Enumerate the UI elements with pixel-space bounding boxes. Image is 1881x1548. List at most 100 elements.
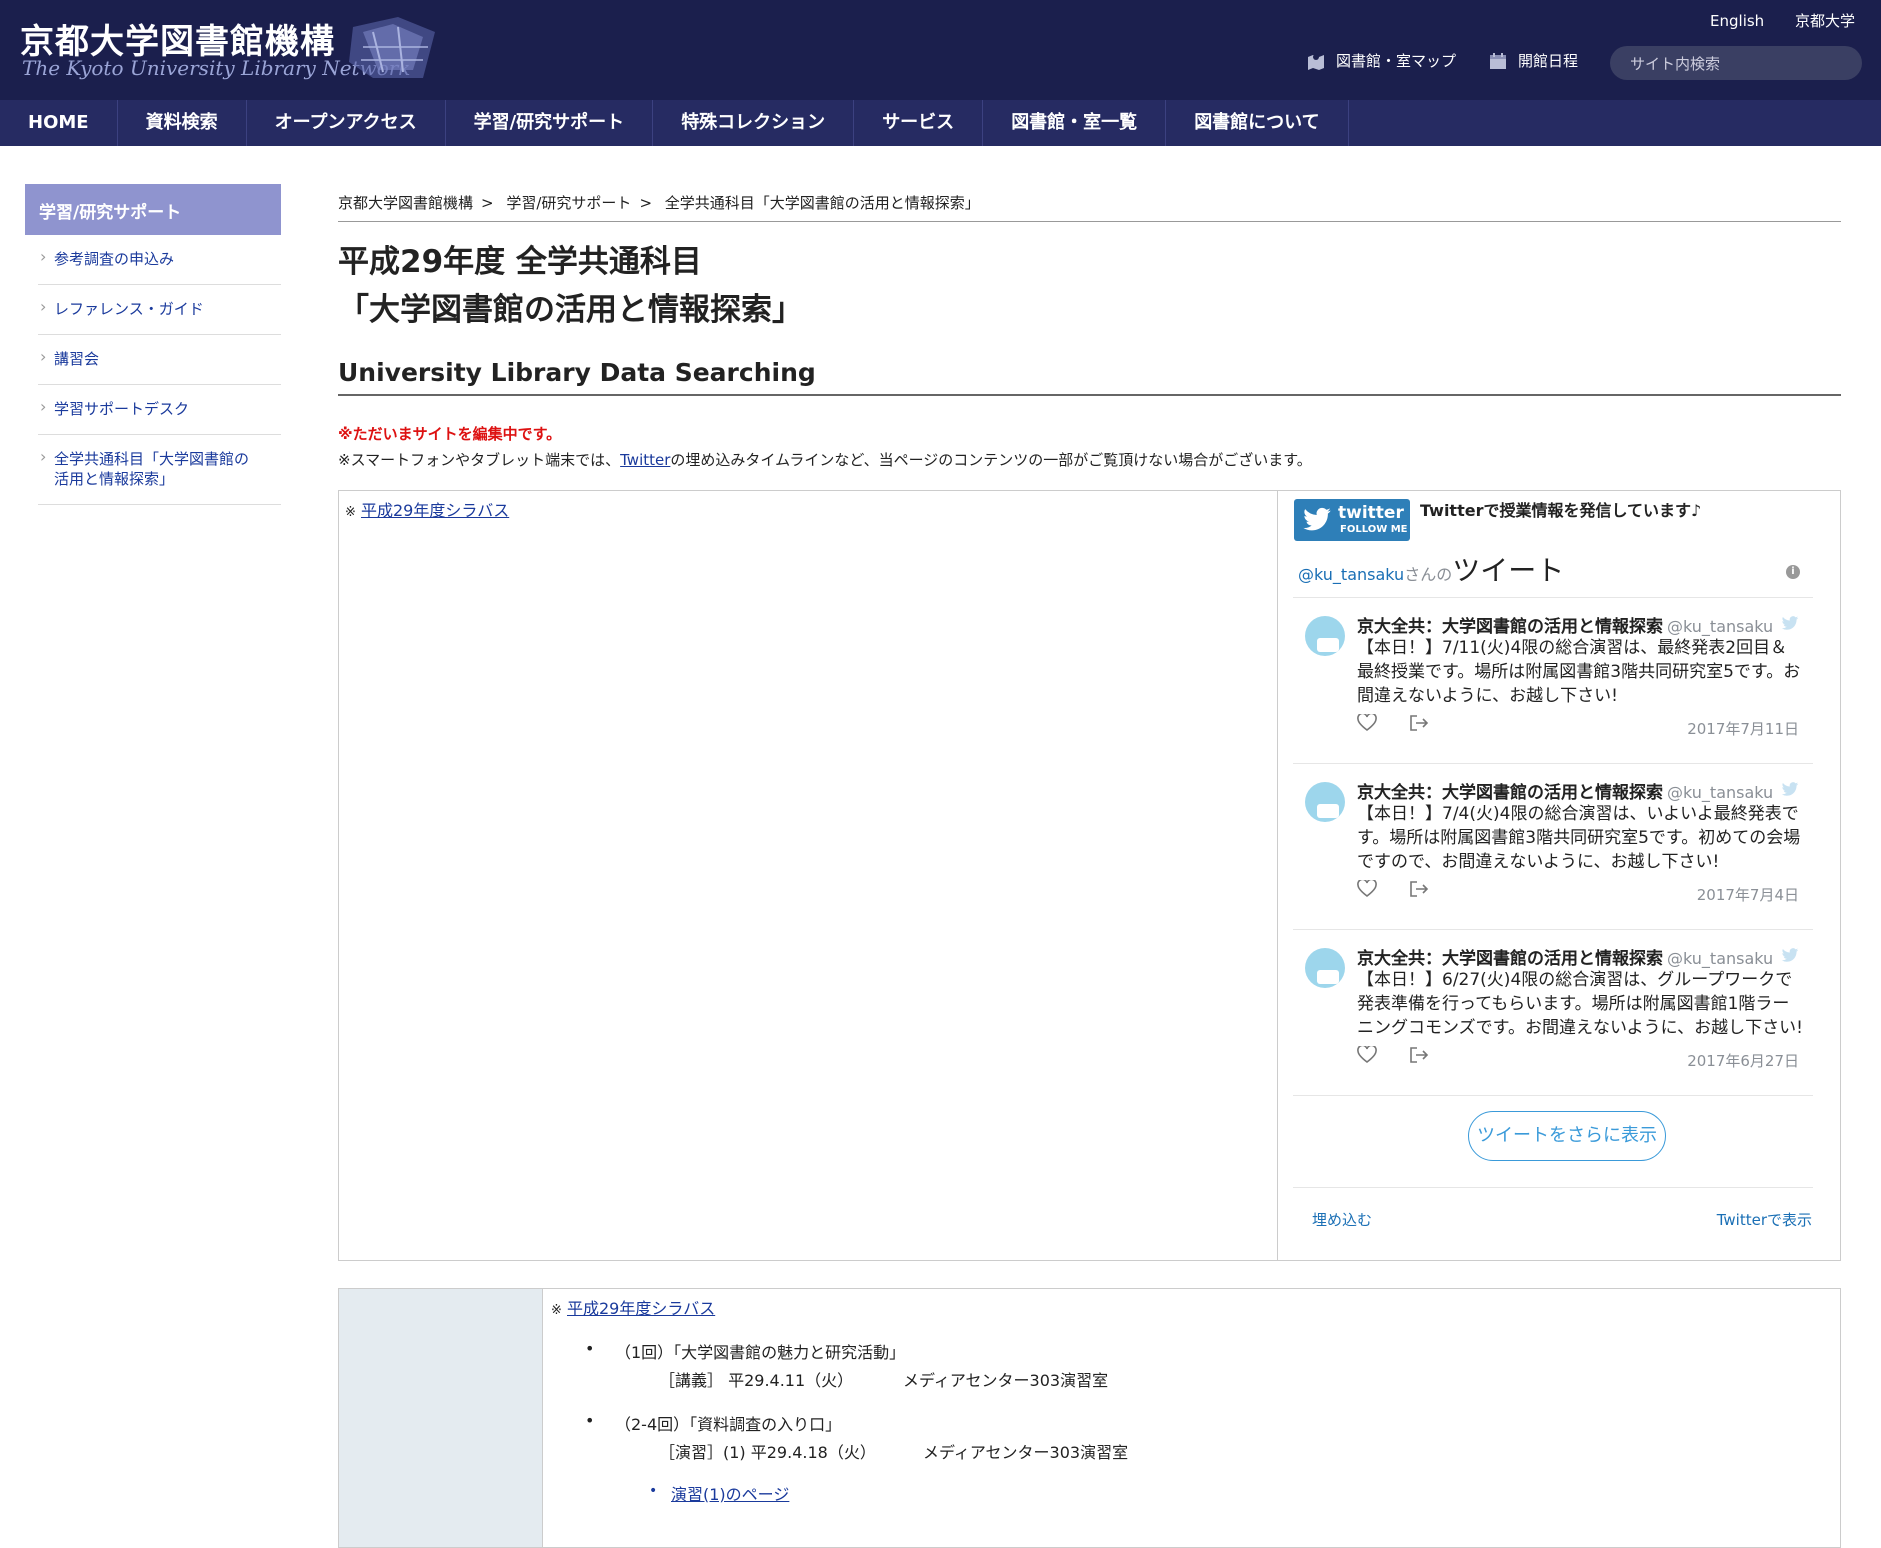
heart-icon[interactable] — [1357, 714, 1377, 732]
embed-link[interactable]: 埋め込む — [1312, 1209, 1372, 1230]
library-map-link[interactable]: 図書館・室マップ — [1306, 50, 1456, 71]
follow-bottom-text: FOLLOW ME — [1340, 524, 1408, 535]
library-emblem-icon — [349, 17, 435, 78]
map-label: 図書館・室マップ — [1336, 52, 1457, 70]
schedule-syllabus-link[interactable]: 平成29年度シラバス — [567, 1299, 715, 1318]
share-icon[interactable] — [1409, 880, 1429, 898]
nav-library-list[interactable]: 図書館・室一覧 — [983, 100, 1167, 146]
nav-services[interactable]: サービス — [854, 100, 984, 146]
tweet[interactable]: 京大全共：大学図書館の活用と情報探索 @ku_tansaku 【本日！】6/27(… — [1293, 929, 1813, 1095]
site-search-input[interactable]: サイト内検索 — [1610, 46, 1862, 80]
sidebar-item-workshops[interactable]: 講習会 — [38, 335, 281, 385]
tweet[interactable]: 京大全共：大学図書館の活用と情報探索 @ku_tansaku 【本日！】7/4(火… — [1293, 763, 1813, 929]
schedule-sidebar-cell — [339, 1289, 543, 1547]
page-title-line2: 「大学図書館の活用と情報探索」 — [338, 292, 803, 328]
twitter-bird-icon — [1781, 948, 1799, 962]
tweet[interactable]: 京大全共：大学図書館の活用と情報探索 @ku_tansaku 【本日！】7/11(… — [1293, 597, 1813, 763]
nav-search[interactable]: 資料検索 — [118, 100, 247, 146]
divider — [1293, 1095, 1813, 1096]
breadcrumb-current: 全学共通科目「大学図書館の活用と情報探索」 — [664, 194, 980, 212]
tweet-author-name: 京大全共：大学図書館の活用と情報探索 — [1357, 617, 1663, 637]
timeline-san: さんの — [1404, 565, 1453, 584]
map-icon — [1308, 53, 1324, 70]
tweet-text: 【本日！】7/4(火)4限の総合演習は、いよいよ最終発表です。場所は附属図書館3… — [1357, 804, 1801, 872]
site-logo[interactable]: 京都大学図書館機構 The Kyoto University Library N… — [18, 12, 435, 84]
avatar[interactable] — [1305, 616, 1345, 656]
calendar-icon — [1490, 52, 1506, 69]
schedule-detail: ［演習］(1) 平29.4.18（火） — [659, 1443, 876, 1462]
tweet-handle: @ku_tansaku — [1667, 949, 1774, 968]
tweet-handle: @ku_tansaku — [1667, 617, 1774, 636]
twitter-bird-icon — [1303, 507, 1331, 531]
nav-special-collections[interactable]: 特殊コレクション — [653, 100, 855, 146]
timeline-handle[interactable]: @ku_tansaku — [1298, 565, 1404, 584]
sidebar-item-reference-request[interactable]: 参考調査の申込み — [38, 235, 281, 285]
breadcrumb-separator: > — [639, 194, 653, 212]
english-link[interactable]: English — [1710, 12, 1764, 30]
nav-home[interactable]: HOME — [0, 100, 118, 146]
top-links: English 京都大学 — [1684, 10, 1855, 31]
nav-about[interactable]: 図書館について — [1166, 100, 1349, 146]
avatar[interactable] — [1305, 948, 1345, 988]
tweet-date[interactable]: 2017年6月27日 — [1687, 1050, 1799, 1071]
schedule-room: メディアセンター303演習室 — [923, 1443, 1129, 1462]
page-title-line1: 平成29年度 全学共通科目 — [338, 244, 702, 280]
tweet-author-name: 京大全共：大学図書館の活用と情報探索 — [1357, 949, 1663, 969]
editing-notice: ※ただいまサイトを編集中です。 — [338, 425, 562, 443]
tweet-text: 【本日！】7/11(火)4限の総合演習は、最終発表2回目＆最終授業です。場所は附… — [1357, 638, 1801, 706]
schedule-item: （2-4回）「資料調査の入り口」 — [585, 1411, 841, 1435]
twitter-bird-icon — [1781, 782, 1799, 796]
main-nav: HOME 資料検索 オープンアクセス 学習/研究サポート 特殊コレクション サー… — [0, 100, 1881, 146]
syllabus-link[interactable]: 平成29年度シラバス — [361, 501, 509, 520]
sidebar-item-reference-guide[interactable]: レファレンス・ガイド — [38, 285, 281, 335]
nav-learning-support[interactable]: 学習/研究サポート — [446, 100, 654, 146]
nav-open-access[interactable]: オープンアクセス — [247, 100, 446, 146]
divider — [1293, 1187, 1813, 1188]
view-on-twitter-link[interactable]: Twitterで表示 — [1717, 1209, 1812, 1230]
follow-top-text: twitter — [1338, 503, 1404, 523]
tweet-text: 【本日！】6/27(火)4限の総合演習は、グループワークで発表準備を行ってもらい… — [1357, 970, 1803, 1038]
syllabus-mark: ※ — [551, 1303, 562, 1318]
sidebar-item-support-desk[interactable]: 学習サポートデスク — [38, 385, 281, 435]
sidebar-item-course[interactable]: 全学共通科目「大学図書館の活用と情報探索」 — [38, 435, 281, 505]
calendar-label: 開館日程 — [1518, 52, 1579, 70]
share-icon[interactable] — [1409, 714, 1429, 732]
breadcrumb-item[interactable]: 学習/研究サポート — [506, 194, 631, 212]
sidebar: 参考調査の申込み レファレンス・ガイド 講習会 学習サポートデスク 全学共通科目… — [38, 235, 281, 505]
notice-suffix: の埋め込みタイムラインなど、当ページのコンテンツの一部がご覧頂けない場合がござい… — [670, 451, 1312, 469]
twitter-bird-icon — [1781, 616, 1799, 630]
tweet-date[interactable]: 2017年7月4日 — [1697, 884, 1799, 905]
syllabus-twitter-box: ※ 平成29年度シラバス twitter FOLLOW ME Twitterで授… — [338, 490, 1841, 1261]
heart-icon[interactable] — [1357, 880, 1377, 898]
exercise-1-link[interactable]: 演習(1)のページ — [671, 1481, 789, 1505]
calendar-link[interactable]: 開館日程 — [1488, 50, 1578, 71]
twitter-promo: Twitterで授業情報を発信しています♪ — [1420, 501, 1702, 520]
schedule-syllabus-row: ※ 平成29年度シラバス — [551, 1295, 715, 1319]
load-more-tweets-button[interactable]: ツイートをさらに表示 — [1468, 1111, 1666, 1161]
sidebar-heading[interactable]: 学習/研究サポート — [25, 184, 281, 235]
timeline-header: @ku_tansakuさんのツイート i — [1298, 549, 1818, 589]
tweet-date[interactable]: 2017年7月11日 — [1687, 718, 1799, 739]
heart-icon[interactable] — [1357, 1046, 1377, 1064]
twitter-link[interactable]: Twitter — [620, 451, 670, 469]
notice-prefix: ※スマートフォンやタブレット端末では、 — [338, 451, 621, 469]
schedule-room: メディアセンター303演習室 — [903, 1371, 1109, 1390]
tweet-author[interactable]: 京大全共：大学図書館の活用と情報探索 @ku_tansaku — [1357, 612, 1773, 637]
share-icon[interactable] — [1409, 1046, 1429, 1064]
syllabus-mark: ※ — [345, 505, 356, 520]
kyoto-university-link[interactable]: 京都大学 — [1795, 12, 1855, 30]
page-subtitle: University Library Data Searching — [338, 358, 1841, 396]
breadcrumb-item[interactable]: 京都大学図書館機構 — [338, 194, 473, 212]
breadcrumb-separator: > — [481, 194, 494, 212]
twitter-follow-button[interactable]: twitter FOLLOW ME — [1294, 499, 1410, 541]
schedule-item: （1回）「大学図書館の魅力と研究活動」 — [585, 1339, 905, 1363]
avatar[interactable] — [1305, 782, 1345, 822]
tweet-author-name: 京大全共：大学図書館の活用と情報探索 — [1357, 783, 1663, 803]
tweet-author[interactable]: 京大全共：大学図書館の活用と情報探索 @ku_tansaku — [1357, 778, 1773, 803]
page-title: 平成29年度 全学共通科目 「大学図書館の活用と情報探索」 — [338, 238, 803, 334]
tweet-author[interactable]: 京大全共：大学図書館の活用と情報探索 @ku_tansaku — [1357, 944, 1773, 969]
bullet: • — [649, 1483, 658, 1499]
info-icon[interactable]: i — [1786, 565, 1800, 579]
schedule-detail: ［講義］ 平29.4.11（火） — [659, 1371, 854, 1390]
syllabus-link-row: ※ 平成29年度シラバス — [345, 497, 509, 521]
